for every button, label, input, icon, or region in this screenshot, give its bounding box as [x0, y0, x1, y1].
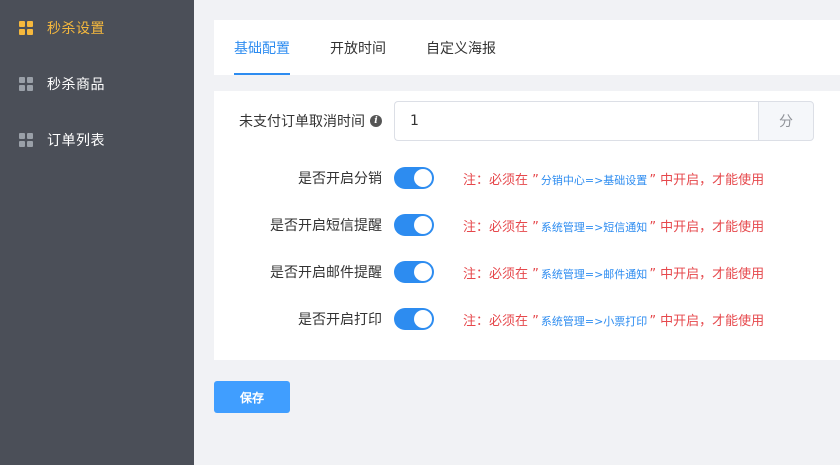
email-note: 注：必须在 ” 系统管理=>邮件通知” 中开启，才能使用 [463, 266, 765, 282]
sidebar: 秒杀设置 秒杀商品 订单列表 [0, 0, 194, 465]
cancel-time-unit: 分 [758, 101, 814, 141]
switch-label: 是否开启分销 [298, 171, 382, 187]
sms-switch-row: 是否开启短信提醒 注：必须在 ” 系统管理=>短信通知” 中开启，才能使用 [214, 214, 764, 236]
print-switch-row: 是否开启打印 注：必须在 ” 系统管理=>小票打印” 中开启，才能使用 [214, 308, 764, 330]
toggle-knob [414, 169, 432, 187]
settings-panel: 未支付订单取消时间 i 分 是否开启分销 注：必须在 ”分销中心=>基础设置” … [214, 91, 840, 360]
sidebar-item-seckill-settings[interactable]: 秒杀设置 [0, 0, 194, 56]
tab-open-time[interactable]: 开放时间 [330, 20, 386, 75]
cancel-time-row: 未支付订单取消时间 i 分 [214, 101, 814, 141]
sms-note: 注：必须在 ” 系统管理=>短信通知” 中开启，才能使用 [463, 219, 765, 235]
print-toggle[interactable] [394, 308, 434, 330]
sidebar-item-label: 订单列表 [47, 133, 105, 149]
switch-label: 是否开启短信提醒 [270, 218, 382, 234]
email-switch-row: 是否开启邮件提醒 注：必须在 ” 系统管理=>邮件通知” 中开启，才能使用 [214, 261, 764, 283]
switch-label: 是否开启打印 [298, 312, 382, 328]
grid-icon [19, 77, 33, 91]
info-icon[interactable]: i [370, 115, 382, 127]
toggle-knob [414, 263, 432, 281]
sidebar-item-order-list[interactable]: 订单列表 [0, 112, 194, 168]
sms-toggle[interactable] [394, 214, 434, 236]
grid-icon [19, 21, 33, 35]
distribution-toggle[interactable] [394, 167, 434, 189]
tab-custom-poster[interactable]: 自定义海报 [426, 20, 496, 75]
toggle-knob [414, 310, 432, 328]
tab-basic-config[interactable]: 基础配置 [234, 20, 290, 75]
main-content: 基础配置 开放时间 自定义海报 未支付订单取消时间 i 分 是否开启分销 注：必… [194, 0, 840, 465]
tab-bar: 基础配置 开放时间 自定义海报 [214, 20, 840, 75]
cancel-time-label: 未支付订单取消时间 i [214, 111, 394, 131]
toggle-knob [414, 216, 432, 234]
sidebar-item-seckill-products[interactable]: 秒杀商品 [0, 56, 194, 112]
cancel-time-input[interactable] [394, 101, 758, 141]
sidebar-item-label: 秒杀设置 [47, 21, 105, 37]
switch-label: 是否开启邮件提醒 [270, 265, 382, 281]
cancel-time-input-group: 分 [394, 101, 814, 141]
save-button[interactable]: 保存 [214, 381, 290, 413]
distribution-note: 注：必须在 ” 分销中心=>基础设置” 中开启，才能使用 [463, 172, 765, 188]
print-note: 注：必须在 ” 系统管理=>小票打印” 中开启，才能使用 [463, 313, 765, 329]
distribution-switch-row: 是否开启分销 注：必须在 ” 分销中心=>基础设置” 中开启，才能使用 [214, 167, 764, 189]
email-toggle[interactable] [394, 261, 434, 283]
grid-icon [19, 133, 33, 147]
sidebar-item-label: 秒杀商品 [47, 77, 105, 93]
